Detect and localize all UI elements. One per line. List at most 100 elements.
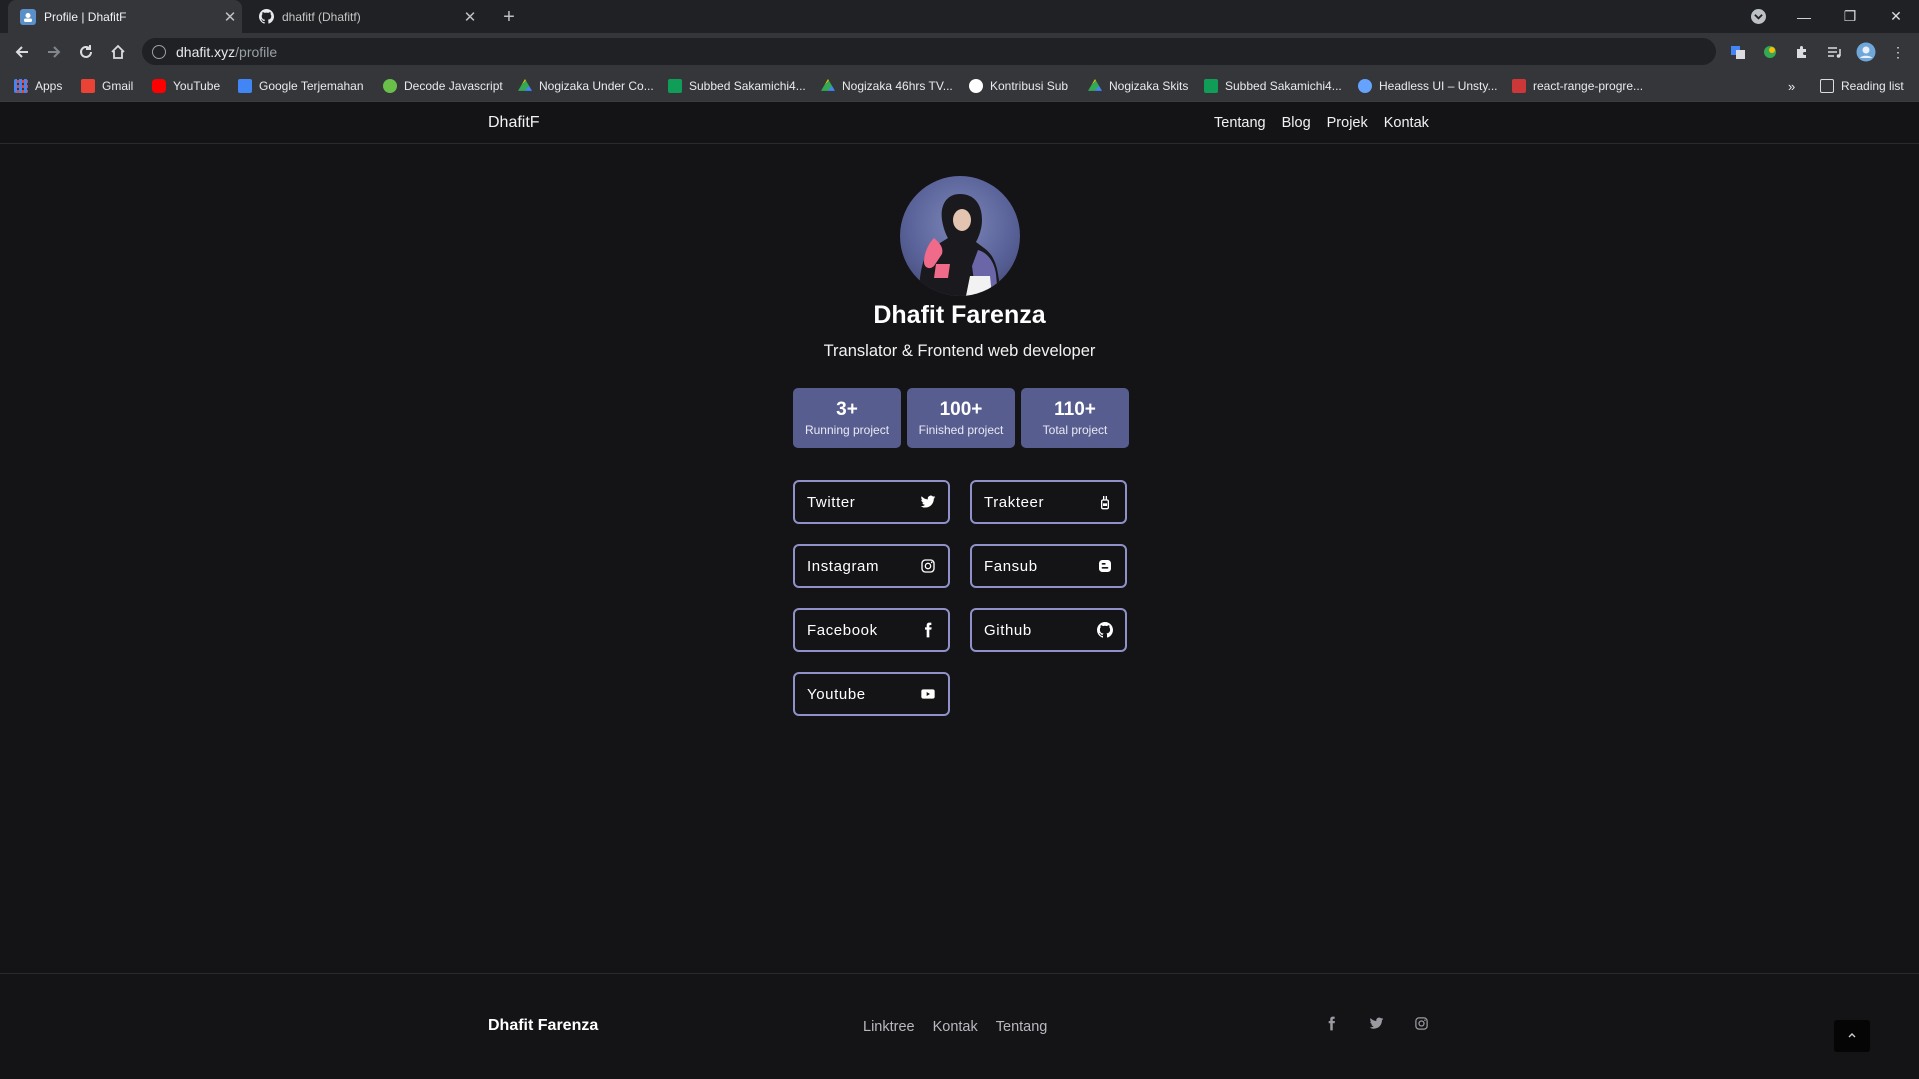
instagram-icon[interactable] (1414, 1016, 1429, 1031)
tab-profile[interactable]: Profile | DhafitF ✕ (8, 0, 242, 33)
bookmark-label: Headless UI – Unsty... (1379, 79, 1498, 93)
back-arrow-icon[interactable] (10, 40, 34, 64)
google-drive-icon (518, 79, 532, 91)
social-label: Instagram (807, 557, 880, 575)
social-label: Twitter (807, 493, 856, 511)
site-brand[interactable]: DhafitF (488, 114, 540, 132)
reload-icon[interactable] (74, 40, 98, 64)
tab-github[interactable]: dhafitf (Dhafitf) ✕ (246, 0, 482, 33)
bookmark-label: Nogizaka Skits (1109, 79, 1189, 93)
bookmark-youtube[interactable]: YouTube (152, 76, 220, 96)
social-label: Youtube (807, 685, 866, 703)
stat-value: 110+ (1054, 399, 1096, 420)
bookmark-nogizaka-under[interactable]: Nogizaka Under Co... (518, 76, 654, 96)
bookmark-decode-javascript[interactable]: Decode Javascript (383, 76, 503, 96)
apps-grid-icon (14, 79, 28, 93)
chrome-menu-icon[interactable]: ⋮ (1888, 42, 1908, 62)
bookmark-kontribusi-sub[interactable]: Kontribusi Sub (969, 76, 1068, 96)
footer-link-tentang[interactable]: Tentang (996, 1019, 1048, 1035)
bookmark-subbed-sakamichi-2[interactable]: Subbed Sakamichi4... (1204, 76, 1342, 96)
bookmark-react-range[interactable]: react-range-progre... (1512, 76, 1643, 96)
close-tab-icon[interactable]: ✕ (458, 8, 482, 26)
bookmarks-bar: Apps Gmail YouTube Google Terjemahan Dec… (0, 70, 1919, 102)
close-tab-icon[interactable]: ✕ (218, 8, 242, 26)
tab-search-icon[interactable] (1751, 9, 1766, 24)
social-button-instagram[interactable]: Instagram (793, 544, 950, 588)
google-drive-icon (1088, 79, 1102, 91)
blogger-icon (1099, 560, 1111, 572)
bookmark-label: Nogizaka 46hrs TV... (842, 79, 953, 93)
bookmark-headless-ui[interactable]: Headless UI – Unsty... (1358, 76, 1498, 96)
twitter-icon[interactable] (1369, 1016, 1384, 1031)
bookmark-label: Nogizaka Under Co... (539, 79, 654, 93)
translate-extension-icon[interactable] (1728, 42, 1748, 62)
reading-list-button[interactable]: Reading list (1820, 76, 1904, 96)
scroll-to-top-button[interactable] (1834, 1020, 1870, 1052)
address-bar[interactable]: dhafit.xyz/profile (142, 38, 1716, 65)
minimize-icon[interactable]: — (1781, 9, 1827, 25)
bookmark-label: Kontribusi Sub (990, 79, 1069, 93)
home-icon[interactable] (106, 40, 130, 64)
bookmark-gmail[interactable]: Gmail (81, 76, 133, 96)
stat-label: Total project (1042, 423, 1108, 437)
npm-icon (1512, 79, 1526, 93)
close-window-icon[interactable]: ✕ (1873, 8, 1919, 25)
site-footer: Dhafit Farenza Linktree Kontak Tentang (0, 973, 1919, 1079)
profile-avatar (900, 176, 1020, 296)
headless-ui-icon (1358, 79, 1372, 93)
tab-strip: Profile | DhafitF ✕ dhafitf (Dhafitf) ✕ … (0, 0, 1919, 33)
new-tab-button[interactable]: + (497, 5, 521, 29)
media-queue-icon[interactable] (1824, 42, 1844, 62)
google-icon (969, 79, 983, 93)
stat-running-project: 3+ Running project (793, 388, 901, 448)
puzzle-extensions-icon[interactable] (1792, 42, 1812, 62)
twitter-icon (920, 495, 936, 508)
nav-link-blog[interactable]: Blog (1282, 115, 1311, 131)
social-button-fansub[interactable]: Fansub (970, 544, 1127, 588)
address-path: /profile (235, 43, 278, 60)
stat-finished-project: 100+ Finished project (907, 388, 1015, 448)
forward-arrow-icon[interactable] (42, 40, 66, 64)
social-button-youtube[interactable]: Youtube (793, 672, 950, 716)
bookmark-label: Decode Javascript (404, 79, 503, 93)
arrow-up-icon (1848, 1033, 1856, 1038)
facebook-icon[interactable] (1324, 1016, 1339, 1031)
github-icon (1097, 622, 1113, 638)
site-info-icon[interactable] (152, 44, 166, 59)
social-label: Trakteer (984, 493, 1045, 511)
social-label: Github (984, 621, 1032, 639)
youtube-icon (152, 79, 166, 93)
nav-link-tentang[interactable]: Tentang (1214, 115, 1266, 131)
bookmark-nogizaka-skits[interactable]: Nogizaka Skits (1088, 76, 1188, 96)
google-sheets-icon (668, 79, 682, 93)
more-bookmarks-icon[interactable]: » (1788, 76, 1795, 96)
bookmark-subbed-sakamichi-1[interactable]: Subbed Sakamichi4... (668, 76, 806, 96)
user-avatar-icon[interactable] (1856, 42, 1876, 62)
bookmark-nogizaka-46hrs[interactable]: Nogizaka 46hrs TV... (821, 76, 953, 96)
footer-link-linktree[interactable]: Linktree (863, 1019, 915, 1035)
restore-icon[interactable]: ❐ (1827, 8, 1873, 25)
social-button-facebook[interactable]: Facebook (793, 608, 950, 652)
bookmark-label: Apps (35, 79, 63, 93)
tab-title: Profile | DhafitF (44, 9, 127, 24)
nav-link-kontak[interactable]: Kontak (1384, 115, 1429, 131)
bookmark-label: Gmail (102, 79, 134, 93)
social-button-twitter[interactable]: Twitter (793, 480, 950, 524)
nav-link-projek[interactable]: Projek (1327, 115, 1368, 131)
bookmark-label: Subbed Sakamichi4... (689, 79, 806, 93)
stat-label: Running project (804, 423, 890, 437)
extension-icon[interactable] (1760, 42, 1780, 62)
facebook-icon (925, 622, 932, 638)
footer-link-kontak[interactable]: Kontak (933, 1019, 978, 1035)
social-label: Fansub (984, 557, 1038, 575)
trakteer-icon (1101, 496, 1109, 510)
instagram-icon (921, 559, 935, 573)
bookmark-label: Google Terjemahan (259, 79, 364, 93)
social-button-trakteer[interactable]: Trakteer (970, 480, 1127, 524)
footer-links: Linktree Kontak Tentang (863, 1019, 1047, 1035)
browser-toolbar: dhafit.xyz/profile ⋮ (0, 33, 1919, 70)
social-button-github[interactable]: Github (970, 608, 1127, 652)
bookmark-google-translate[interactable]: Google Terjemahan (238, 76, 364, 96)
google-translate-icon (238, 79, 252, 93)
bookmark-apps[interactable]: Apps (14, 76, 62, 96)
